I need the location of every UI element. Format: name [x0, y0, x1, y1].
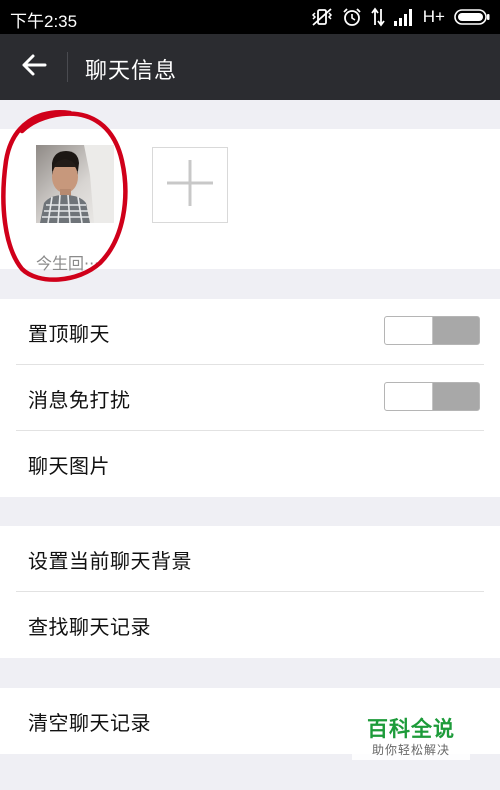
do-not-disturb-toggle[interactable]: [384, 382, 480, 411]
title-divider: [67, 52, 68, 82]
setting-row-do-not-disturb[interactable]: 消息免打扰: [0, 365, 500, 431]
vibrate-off-icon: [311, 7, 333, 27]
member-name: 今生回···: [36, 254, 100, 273]
setting-row-chat-background[interactable]: 设置当前聊天背景: [0, 526, 500, 592]
page-title: 聊天信息: [85, 59, 178, 84]
add-member-button[interactable]: [152, 147, 228, 223]
plus-icon: [165, 158, 215, 212]
watermark: 百科全说 助你轻松解决: [352, 716, 470, 760]
setting-label-pin-chat: 置顶聊天: [28, 321, 110, 346]
watermark-subtitle: 助你轻松解决: [371, 743, 450, 757]
setting-row-search-history[interactable]: 查找聊天记录: [0, 592, 500, 658]
setting-label-chat-images: 聊天图片: [28, 453, 110, 478]
app-bar: 聊天信息: [0, 34, 500, 100]
back-button[interactable]: [12, 47, 56, 87]
watermark-title: 百科全说: [367, 717, 455, 741]
data-transfer-icon: [371, 7, 385, 27]
member-item[interactable]: 今生回···: [36, 145, 116, 273]
status-time: 下午2:35: [10, 12, 78, 31]
members-card: 今生回···: [0, 129, 500, 273]
pin-chat-toggle[interactable]: [384, 316, 480, 345]
status-bar: 下午2:35 H+: [0, 0, 500, 34]
setting-label-search-history: 查找聊天记录: [28, 614, 151, 639]
avatar[interactable]: [36, 145, 114, 223]
settings-card-1: 置顶聊天 消息免打扰 聊天图片: [0, 299, 500, 497]
network-type-label: H+: [422, 7, 445, 26]
alarm-clock-icon: [342, 7, 362, 27]
toggle-knob: [385, 383, 433, 410]
setting-row-chat-images[interactable]: 聊天图片: [0, 431, 500, 497]
battery-icon: [454, 9, 490, 25]
setting-row-pin-chat[interactable]: 置顶聊天: [0, 299, 500, 365]
status-icons: H+: [311, 5, 490, 29]
signal-strength-icon: [393, 8, 414, 26]
setting-label-do-not-disturb: 消息免打扰: [28, 387, 131, 412]
setting-label-chat-background: 设置当前聊天背景: [28, 548, 192, 573]
setting-label-clear-history: 清空聊天记录: [28, 710, 151, 735]
toggle-knob: [385, 317, 433, 344]
settings-card-2: 设置当前聊天背景 查找聊天记录: [0, 526, 500, 658]
arrow-left-icon: [21, 53, 47, 81]
